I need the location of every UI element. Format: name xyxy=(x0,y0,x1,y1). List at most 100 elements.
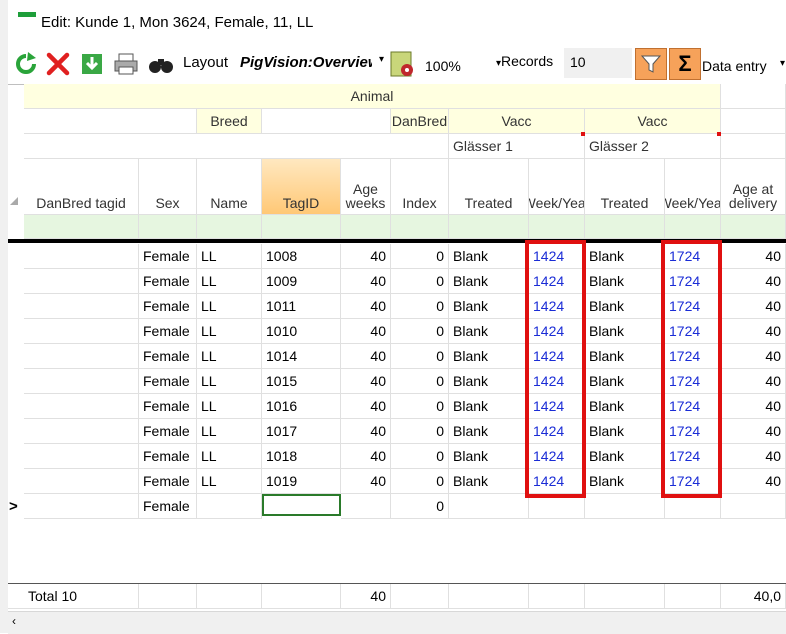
cell-age-at-delivery[interactable]: 40 xyxy=(721,269,786,294)
cell-name[interactable]: LL xyxy=(197,344,262,369)
totals-label[interactable]: Total 10 xyxy=(8,584,139,609)
filter-cell-age-weeks[interactable] xyxy=(341,215,391,239)
filter-cell-week-year-1[interactable] xyxy=(529,215,585,239)
cell-sex[interactable]: Female xyxy=(139,419,197,444)
cell-tagid[interactable]: 1010 xyxy=(262,319,341,344)
column-header-week-year-2[interactable]: Week/Year xyxy=(665,159,721,215)
cell-sex[interactable]: Female xyxy=(139,394,197,419)
cell-index[interactable]: 0 xyxy=(391,469,449,494)
cell-age-weeks[interactable]: 40 xyxy=(341,319,391,344)
cell-tagid[interactable]: 1009 xyxy=(262,269,341,294)
cell-tagid[interactable]: 1011 xyxy=(262,294,341,319)
cell-age-weeks[interactable]: 40 xyxy=(341,444,391,469)
group-header-vacc-1[interactable]: Vacc xyxy=(449,109,585,134)
cell-index[interactable]: 0 xyxy=(391,369,449,394)
cell-danbred-tagid[interactable] xyxy=(24,269,139,294)
cell-age-weeks[interactable]: 40 xyxy=(341,294,391,319)
new-row-treated-2[interactable] xyxy=(585,494,665,519)
cell-age-weeks[interactable]: 40 xyxy=(341,469,391,494)
new-row-age-at-delivery[interactable] xyxy=(721,494,786,519)
cell-index[interactable]: 0 xyxy=(391,294,449,319)
cell-tagid[interactable]: 1016 xyxy=(262,394,341,419)
cell-treated-1[interactable]: Blank xyxy=(449,444,529,469)
column-header-name[interactable]: Name xyxy=(197,159,262,215)
cell-danbred-tagid[interactable] xyxy=(24,444,139,469)
new-row-sex[interactable]: Female xyxy=(139,494,197,519)
totals-name[interactable] xyxy=(197,584,262,609)
cell-age-at-delivery[interactable]: 40 xyxy=(721,394,786,419)
sum-button[interactable]: Σ xyxy=(669,48,701,80)
filter-cell-index[interactable] xyxy=(391,215,449,239)
totals-treated-1[interactable] xyxy=(449,584,529,609)
cell-index[interactable]: 0 xyxy=(391,344,449,369)
cell-sex[interactable]: Female xyxy=(139,319,197,344)
cell-tagid[interactable]: 1015 xyxy=(262,369,341,394)
cell-tagid[interactable]: 1014 xyxy=(262,344,341,369)
totals-age-weeks[interactable]: 40 xyxy=(341,584,391,609)
column-header-week-year-1[interactable]: Week/Year xyxy=(529,159,585,215)
cell-age-weeks[interactable]: 40 xyxy=(341,344,391,369)
cell-danbred-tagid[interactable] xyxy=(24,294,139,319)
cell-sex[interactable]: Female xyxy=(139,444,197,469)
cell-name[interactable]: LL xyxy=(197,369,262,394)
cell-age-weeks[interactable]: 40 xyxy=(341,269,391,294)
cell-age-weeks[interactable]: 40 xyxy=(341,419,391,444)
find-button[interactable] xyxy=(146,50,176,78)
cell-treated-2[interactable]: Blank xyxy=(585,469,665,494)
new-row-danbred-tagid[interactable] xyxy=(24,494,139,519)
layout-editor-button[interactable] xyxy=(386,48,418,80)
cell-age-at-delivery[interactable]: 40 xyxy=(721,444,786,469)
column-header-treated-2[interactable]: Treated xyxy=(585,159,665,215)
cell-danbred-tagid[interactable] xyxy=(24,344,139,369)
cell-danbred-tagid[interactable] xyxy=(24,394,139,419)
totals-tagid[interactable] xyxy=(262,584,341,609)
cell-index[interactable]: 0 xyxy=(391,269,449,294)
cell-sex[interactable]: Female xyxy=(139,344,197,369)
column-header-age-at-delivery[interactable]: Age at delivery xyxy=(721,159,786,215)
cell-name[interactable]: LL xyxy=(197,394,262,419)
horizontal-scrollbar[interactable]: ‹ xyxy=(8,611,786,634)
cell-sex[interactable]: Female xyxy=(139,269,197,294)
cell-index[interactable]: 0 xyxy=(391,394,449,419)
filter-cell-tagid[interactable] xyxy=(262,215,341,239)
cell-treated-2[interactable]: Blank xyxy=(585,319,665,344)
filter-cell-treated-2[interactable] xyxy=(585,215,665,239)
cell-treated-2[interactable]: Blank xyxy=(585,419,665,444)
cell-treated-1[interactable]: Blank xyxy=(449,469,529,494)
cell-index[interactable]: 0 xyxy=(391,244,449,269)
cell-age-at-delivery[interactable]: 40 xyxy=(721,344,786,369)
column-header-treated-1[interactable]: Treated xyxy=(449,159,529,215)
cell-treated-1[interactable]: Blank xyxy=(449,244,529,269)
cell-danbred-tagid[interactable] xyxy=(24,319,139,344)
totals-sex[interactable] xyxy=(139,584,197,609)
cell-index[interactable]: 0 xyxy=(391,319,449,344)
cell-danbred-tagid[interactable] xyxy=(24,419,139,444)
totals-week-year-2[interactable] xyxy=(665,584,721,609)
cell-age-at-delivery[interactable]: 40 xyxy=(721,469,786,494)
sub-header-glasser-2[interactable]: Glässer 2 xyxy=(585,134,721,159)
cell-treated-2[interactable]: Blank xyxy=(585,269,665,294)
group-header-blank[interactable] xyxy=(721,84,786,109)
sub-header-empty[interactable] xyxy=(24,134,449,159)
new-row-age-weeks[interactable] xyxy=(341,494,391,519)
column-header-sex[interactable]: Sex xyxy=(139,159,197,215)
cell-age-at-delivery[interactable]: 40 xyxy=(721,244,786,269)
cell-treated-1[interactable]: Blank xyxy=(449,269,529,294)
cell-sex[interactable]: Female xyxy=(139,294,197,319)
scroll-left-icon[interactable]: ‹ xyxy=(12,614,16,628)
column-header-danbred-tagid[interactable]: DanBred tagid xyxy=(24,159,139,215)
totals-week-year-1[interactable] xyxy=(529,584,585,609)
layout-dropdown[interactable]: PigVision:Overview ▾ xyxy=(236,50,388,76)
cell-age-at-delivery[interactable]: 40 xyxy=(721,319,786,344)
cell-treated-1[interactable]: Blank xyxy=(449,344,529,369)
filter-button[interactable] xyxy=(635,48,667,80)
cell-index[interactable]: 0 xyxy=(391,444,449,469)
save-button[interactable] xyxy=(78,50,106,78)
new-row-treated-1[interactable] xyxy=(449,494,529,519)
cell-tagid[interactable]: 1019 xyxy=(262,469,341,494)
cell-name[interactable]: LL xyxy=(197,319,262,344)
group-header-empty[interactable] xyxy=(721,109,786,134)
new-row-name[interactable] xyxy=(197,494,262,519)
filter-cell-treated-1[interactable] xyxy=(449,215,529,239)
cell-age-weeks[interactable]: 40 xyxy=(341,369,391,394)
